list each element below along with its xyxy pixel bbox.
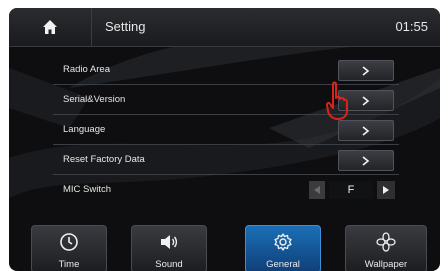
chevron-right-icon	[362, 65, 370, 76]
mic-next-button[interactable]	[377, 181, 395, 199]
pointing-hand-cursor-icon	[326, 81, 348, 120]
clock-time: 01:55	[395, 19, 428, 34]
setting-label: Serial&Version	[63, 94, 126, 105]
tab-label: Time	[58, 259, 80, 270]
language-arrow-button[interactable]	[338, 120, 394, 141]
clock-icon	[60, 233, 78, 251]
mic-switch-value: F	[329, 181, 373, 199]
chevron-right-icon	[362, 95, 370, 106]
chevron-right-icon	[362, 155, 370, 166]
head-unit-screen: Setting 01:55 Radio Area Serial&Version …	[9, 8, 440, 271]
triangle-right-icon	[383, 186, 389, 194]
chevron-right-icon	[362, 125, 370, 136]
tab-label: Sound	[155, 259, 183, 270]
flower-icon	[376, 232, 396, 252]
home-button[interactable]	[9, 8, 92, 46]
radio-area-arrow-button[interactable]	[338, 60, 394, 81]
tab-label: General	[266, 259, 300, 270]
reset-factory-data-arrow-button[interactable]	[338, 150, 394, 171]
home-icon	[43, 20, 57, 34]
tab-time[interactable]: Time	[31, 225, 107, 271]
setting-label: Radio Area	[63, 64, 111, 75]
setting-label: Reset Factory Data	[63, 154, 145, 165]
setting-row-reset-factory-data[interactable]: Reset Factory Data	[53, 146, 399, 175]
page-title: Setting	[105, 19, 146, 34]
bottom-tab-bar: Time Sound General Wallpaper	[9, 223, 440, 271]
tab-general[interactable]: General	[245, 225, 321, 271]
speaker-icon	[161, 235, 178, 249]
gear-icon	[274, 233, 292, 251]
setting-label: MIC Switch	[63, 184, 112, 195]
setting-row-mic-switch: MIC Switch F	[53, 176, 399, 204]
tab-label: Wallpaper	[364, 259, 408, 270]
top-bar: Setting 01:55	[9, 8, 440, 47]
triangle-left-icon	[314, 186, 320, 194]
mic-switch-stepper[interactable]: F	[309, 181, 395, 199]
tab-sound[interactable]: Sound	[131, 225, 207, 271]
tab-wallpaper[interactable]: Wallpaper	[345, 225, 427, 271]
setting-label: Language	[63, 124, 106, 135]
mic-prev-button[interactable]	[309, 181, 325, 199]
